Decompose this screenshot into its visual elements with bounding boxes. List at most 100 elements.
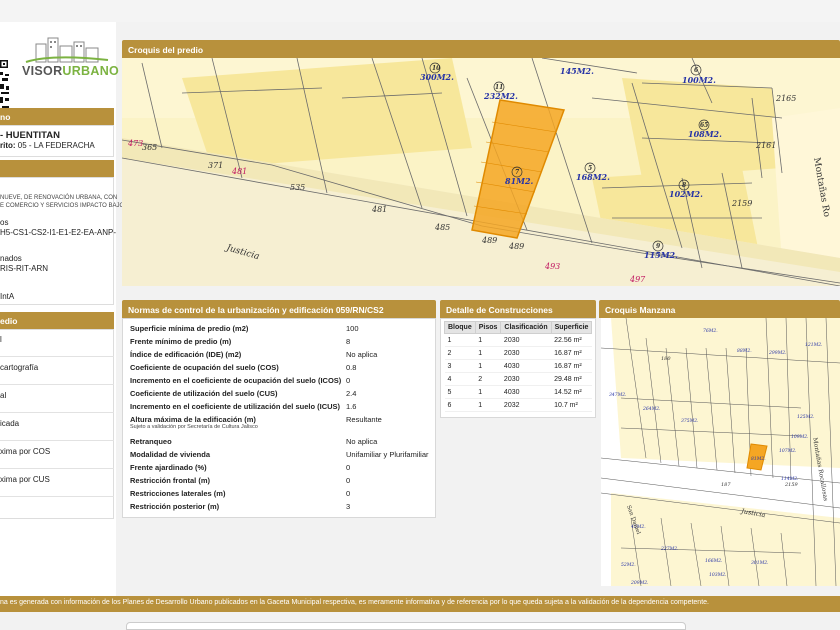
house-number: 2161 [755,141,776,150]
svg-text:125M2.: 125M2. [797,414,815,420]
assigned-value: RIS-RIT-ARN [0,264,48,273]
norma-value: 8 [346,337,351,346]
norma-label: Superficie mínima de predio (m2) [130,324,249,333]
bottom-bar [126,622,686,630]
block-map-svg[interactable]: 76M2. 88M2. 299M2. 121M2. 347M2. 264M2. 375M2… [601,318,840,586]
norma-label: Coeficiente de utilización del suelo (CU… [130,389,278,398]
table-cell: 2030 [500,372,552,386]
house-number: 485 [434,223,450,232]
parcel-section-title: edio [0,316,18,326]
parcel-row-label: l [0,335,2,344]
table-cell: 16.87 m² [551,346,592,360]
norma-value: 3 [346,502,351,511]
footer-disclaimer: na es generada con información de los Pl… [0,596,840,612]
parcel-row-label: al [0,391,7,400]
svg-text:301M2.: 301M2. [751,560,769,566]
table-row: 2 1 2030 16.87 m² [444,346,592,360]
column-header: Clasificación [500,321,552,334]
norma-label: Restricciones laterales (m) [130,489,226,498]
svg-text:2159: 2159 [784,482,799,488]
subdistrict-value: 05 - LA FEDERACHA [17,141,95,150]
lot-area: 300M2. [420,72,454,82]
svg-text:180: 180 [661,356,671,362]
block-map[interactable]: 76M2. 88M2. 299M2. 121M2. 347M2. 264M2. 375M2… [601,318,840,586]
norma-label: Restricción posterior (m) [130,502,220,511]
zoning-desc-1: NUEVE, DE RENOVACIÓN URBANA, CON [0,195,118,201]
lot-number: 11 [495,84,503,91]
page: VISORURBANO no - HUENTITAN rito: 05 - LA… [0,0,840,630]
location-section-title: no [0,112,11,122]
table-row: 1 1 2030 22.56 m² [444,333,592,347]
norma-value: 1.6 [346,402,357,411]
svg-text:166M2.: 166M2. [705,558,723,564]
house-number: 481 [231,167,247,176]
column-header: Pisos [474,321,502,334]
construcciones-table: Bloque Pisos Clasificación Superficie 11… [444,321,593,412]
parcel-map-svg[interactable]: 10 300M2. 11 232M2. 145M2. 6 100M2. 65 1… [122,58,840,286]
table-cell: 2032 [500,398,552,412]
lot-area: 100M2. [682,75,716,85]
table-cell: 16.87 m² [551,359,592,373]
construcciones-header: Detalle de Construcciones [440,300,596,318]
house-number: 2165 [775,94,796,103]
lot-area: 232M2. [483,91,518,101]
svg-text:227M2.: 227M2. [660,546,679,552]
column-header: Bloque [444,321,476,334]
table-cell: 2 [475,372,501,386]
parcel-row-label: icada [0,419,20,428]
norma-value: 0 [346,476,351,485]
lot-area: 115M2. [644,250,678,260]
table-row: 3 1 4030 16.87 m² [444,359,592,373]
norma-label: Restricción frontal (m) [130,476,211,485]
table-row: 4 2 2030 29.48 m² [444,372,592,386]
zoning-section-header [0,160,114,177]
brand-name-a: VISOR [22,64,63,78]
house-number: 481 [371,205,387,214]
norma-value: 100 [346,324,359,333]
lot-number: 10 [432,65,441,72]
manzana-title: Croquis Manzana [605,305,676,315]
parcel-row: cartografía [0,357,114,385]
table-cell: 1 [475,333,501,347]
svg-text:264M2.: 264M2. [642,406,661,412]
table-cell: 22.56 m² [551,333,592,347]
norma-value: 0 [346,463,351,472]
svg-text:109M2.: 109M2. [791,434,809,440]
table-cell: 4 [444,372,476,386]
parcel-row: icada [0,413,114,441]
table-cell: 29.48 m² [551,372,592,386]
parcel-map[interactable]: 10 300M2. 11 232M2. 145M2. 6 100M2. 65 1… [122,58,840,286]
house-number: 493 [544,262,560,271]
table-cell: 14.52 m² [551,385,592,399]
parcel-row-label: xima por COS [0,447,51,456]
house-number: 489 [481,236,497,245]
house-number: 365 [142,143,157,152]
normas-table: Superficie mínima de predio (m2) 100 Fren… [122,318,436,518]
table-row: 5 1 4030 14.52 m² [444,385,592,399]
lot-area: 168M2. [576,172,610,182]
subdistrict-label: rito: [0,141,16,150]
norma-value: No aplica [346,350,378,359]
parcel-row-label: cartografía [0,363,39,372]
parcel-row: xima por CUS [0,469,114,497]
norma-label: Coeficiente de ocupación del suelo (COS) [130,363,279,372]
norma-value: 0.8 [346,363,357,372]
district-name: - HUENTITAN [0,130,60,141]
brand-name: VISORURBANO [22,64,119,78]
lot-area: 102M2. [669,189,703,199]
house-number: 473 [127,139,143,148]
table-cell: 1 [475,398,501,412]
parcel-section-header: edio [0,312,114,329]
svg-text:375M2.: 375M2. [681,418,699,424]
table-header-row: Bloque Pisos Clasificación Superficie [444,321,593,334]
norma-value: 0 [346,489,351,498]
lot-number: 5 [588,165,592,172]
top-strip [0,0,840,22]
svg-text:299M2.: 299M2. [768,350,787,356]
svg-text:187: 187 [721,482,731,488]
parcel-row: xima por COS [0,441,114,469]
table-row: 6 1 2032 10.7 m² [444,398,592,412]
house-number: 489 [508,242,524,251]
house-number: 2159 [731,199,752,208]
norma-label: Frente mínimo de predio (m) [130,337,232,346]
